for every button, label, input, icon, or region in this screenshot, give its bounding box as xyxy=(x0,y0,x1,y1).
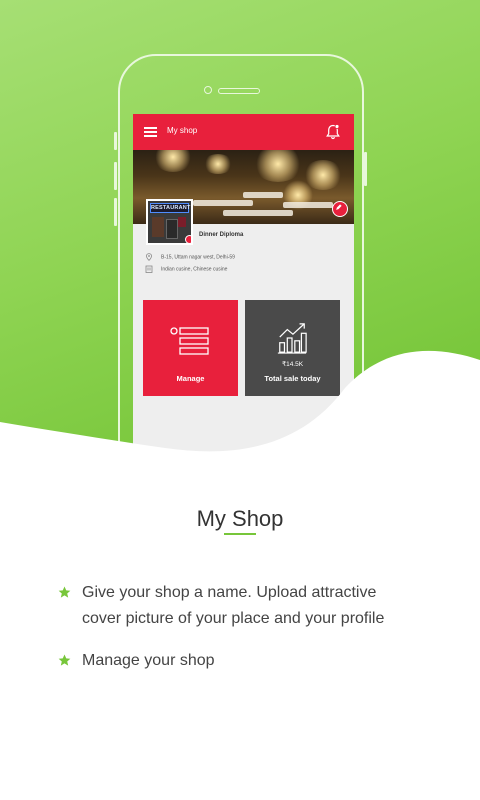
section-title: My Shop xyxy=(196,506,284,531)
feature-item: Give your shop a name. Upload attractive… xyxy=(58,580,418,632)
wave-divider xyxy=(0,350,480,470)
star-icon xyxy=(58,586,71,598)
feature-text: Give your shop a name. Upload attractive… xyxy=(82,584,385,627)
feature-list: Give your shop a name. Upload attractive… xyxy=(58,580,418,690)
feature-text: Manage your shop xyxy=(82,652,215,669)
feature-item: Manage your shop xyxy=(58,648,418,674)
hero-banner: My shop RESTAURANT Dinner Diploma B-15, … xyxy=(0,0,480,470)
title-underline xyxy=(224,533,256,535)
star-icon xyxy=(58,654,71,666)
